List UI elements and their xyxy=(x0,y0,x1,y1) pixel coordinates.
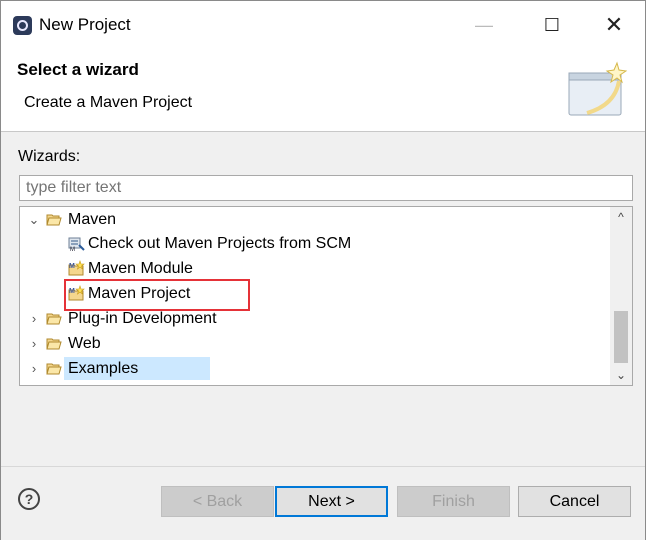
chevron-right-icon[interactable]: › xyxy=(28,307,40,331)
scm-checkout-icon: M xyxy=(68,237,85,252)
tree-node-label: Check out Maven Projects from SCM xyxy=(88,235,352,252)
tree-node-maven[interactable]: ⌄ Maven xyxy=(20,208,610,232)
wizard-header: Select a wizard Create a Maven Project xyxy=(1,47,645,132)
new-project-dialog: New Project — ☐ ✕ Select a wizard Create… xyxy=(0,0,646,540)
button-bar: ? < Back Next > Finish Cancel xyxy=(1,466,645,540)
next-button[interactable]: Next > xyxy=(275,486,388,517)
header-title: Select a wizard xyxy=(17,60,139,79)
folder-open-icon xyxy=(46,214,62,226)
scrollbar-thumb[interactable] xyxy=(614,311,628,363)
cancel-button[interactable]: Cancel xyxy=(518,486,631,517)
tree-node-label: Maven Module xyxy=(88,260,193,277)
title-bar: New Project — ☐ ✕ xyxy=(1,1,645,47)
folder-icon xyxy=(46,338,62,350)
tree-node-label: Examples xyxy=(68,360,139,377)
finish-button[interactable]: Finish xyxy=(397,486,510,517)
window-title: New Project xyxy=(39,15,131,34)
tree-node-label: Plug-in Development xyxy=(68,310,217,327)
chevron-right-icon[interactable]: › xyxy=(28,357,40,381)
eclipse-app-icon xyxy=(13,16,32,35)
folder-icon xyxy=(46,363,62,375)
scroll-up-arrow-icon[interactable]: ^ xyxy=(610,207,632,227)
tree-node-examples[interactable]: › Examples xyxy=(20,357,610,381)
help-icon[interactable]: ? xyxy=(18,488,40,510)
svg-text:M: M xyxy=(69,263,75,270)
header-description: Create a Maven Project xyxy=(24,94,193,111)
tree-node-label: Web xyxy=(68,335,101,352)
chevron-down-icon[interactable]: ⌄ xyxy=(28,208,40,232)
wizard-tree[interactable]: ⌄ Maven M Check out Maven Projects from … xyxy=(19,206,633,386)
tree-node-label: Maven xyxy=(68,211,117,228)
wizards-label: Wizards: xyxy=(18,148,81,165)
chevron-right-icon[interactable]: › xyxy=(28,332,40,356)
back-button[interactable]: < Back xyxy=(161,486,274,517)
svg-text:M: M xyxy=(70,247,75,252)
maximize-button[interactable]: ☐ xyxy=(535,9,569,41)
wizard-banner-icon xyxy=(568,61,627,116)
tree-scrollbar[interactable]: ^ ⌄ xyxy=(610,207,632,385)
filter-input[interactable] xyxy=(19,175,633,201)
maven-module-icon: M xyxy=(68,260,85,276)
wizard-content: Wizards: ⌄ Maven M Chec xyxy=(1,132,645,466)
tree-node-maven-module[interactable]: M Maven Module xyxy=(20,257,610,281)
tree-node-plugin-development[interactable]: › Plug-in Development xyxy=(20,307,610,331)
folder-icon xyxy=(46,313,62,325)
tree-node-web[interactable]: › Web xyxy=(20,332,610,356)
minimize-button[interactable]: — xyxy=(467,9,501,41)
close-button[interactable]: ✕ xyxy=(597,9,631,41)
tree-node-scm-checkout[interactable]: M Check out Maven Projects from SCM xyxy=(20,232,610,256)
scroll-down-arrow-icon[interactable]: ⌄ xyxy=(610,365,632,385)
